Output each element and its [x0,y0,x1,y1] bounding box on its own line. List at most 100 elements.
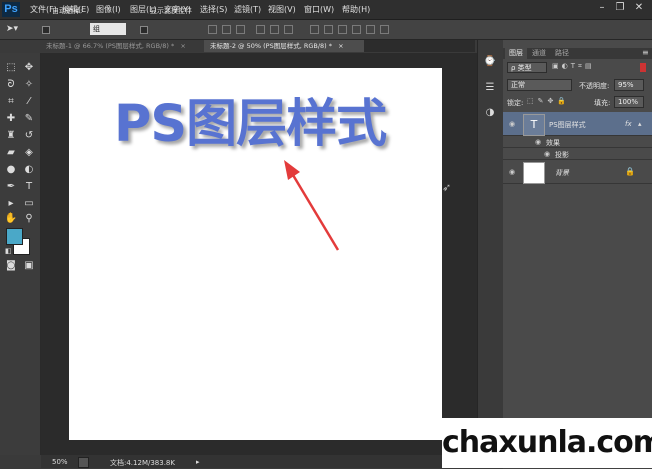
brush-tool-icon[interactable]: ✎ [21,111,37,127]
annotation-arrow [284,160,340,251]
cursor-icon: ➶ [442,181,452,194]
lock-icon: 🔒 [625,167,635,176]
path-selection-tool-icon[interactable]: ▸ [3,196,19,212]
menu-view[interactable]: 视图(V) [268,4,296,15]
drop-shadow-label[interactable]: 投影 [555,150,569,160]
close-window-button[interactable]: ✕ [633,2,645,14]
drop-shadow-eye-icon[interactable]: ◉ [543,150,551,158]
magic-wand-tool-icon[interactable]: ✧ [21,77,37,93]
tab-document-1[interactable]: 未标题-1 @ 66.7% (PS图层样式, RGB/8) * × [40,40,204,52]
menu-help[interactable]: 帮助(H) [342,4,370,15]
distribute-hcenter-icon[interactable] [366,25,375,34]
photoshop-logo: Ps [2,2,20,17]
effects-collapse-icon[interactable]: ▴ [638,120,642,128]
tab-document-2[interactable]: 未标题-2 @ 50% (PS图层样式, RGB/8) * × [204,40,364,52]
tab-close-icon[interactable]: × [180,42,185,50]
align-bottom-icon[interactable] [236,25,245,34]
auto-select-checkbox[interactable] [42,26,50,34]
lock-label: 锁定: [507,99,524,107]
crop-tool-icon[interactable]: ⌗ [3,94,19,110]
filter-toggle-icon[interactable] [640,63,646,72]
effects-label: 效果 [546,139,560,147]
distribute-top-icon[interactable] [310,25,319,34]
opacity-field[interactable]: 95% [614,79,644,91]
auto-select-dropdown[interactable]: 组 [90,23,126,35]
tab-close-icon[interactable]: × [338,42,343,50]
panel-menu-icon[interactable]: ≡ [642,48,649,57]
text-layer-thumbnail-icon: T [523,114,545,136]
tab-paths[interactable]: 路径 [551,48,573,59]
history-brush-tool-icon[interactable]: ↺ [21,128,37,144]
effects-row [503,136,652,148]
foreground-color-swatch[interactable] [6,228,23,245]
blend-mode-dropdown[interactable]: 正常 [507,79,572,91]
move-tool-icon[interactable]: ✥ [21,60,37,76]
properties-panel-icon[interactable]: ☰ [482,80,498,96]
status-bar [41,455,477,468]
visibility-eye-icon[interactable]: ◉ [508,168,516,176]
status-info-icon[interactable] [78,457,89,468]
menu-filter[interactable]: 滤镜(T) [234,4,261,15]
align-vcenter-icon[interactable] [222,25,231,34]
layer-kind-filter[interactable]: ρ 类型 [507,62,547,73]
show-transform-checkbox[interactable] [140,26,148,34]
tab-label: 未标题-1 @ 66.7% (PS图层样式, RGB/8) * [46,42,175,50]
rectangle-tool-icon[interactable]: ▭ [21,196,37,212]
lock-icons[interactable]: ⬚✎✥🔒 [527,97,570,105]
move-tool-preset-icon[interactable]: ➤▾ [6,24,18,34]
history-panel-icon[interactable]: ⌚ [482,54,498,70]
pen-tool-icon[interactable]: ✒ [3,179,19,195]
fill-label: 填充: [594,99,611,107]
canvas-headline-text: PS图层样式 [114,95,387,154]
effects-eye-icon[interactable]: ◉ [534,138,542,146]
arrow-head [284,160,300,180]
filter-icons[interactable]: ▣◐T⌗▤ [552,62,595,71]
marquee-tool-icon[interactable]: ⬚ [3,60,19,76]
menu-select[interactable]: 选择(S) [200,4,227,15]
lasso-tool-icon[interactable]: ᘐ [3,77,19,93]
align-hcenter-icon[interactable] [270,25,279,34]
tab-label: 未标题-2 @ 50% (PS图层样式, RGB/8) * [210,42,333,50]
auto-select-label: 自动选择: [52,7,83,15]
effect-item-row [503,148,652,160]
default-colors-icon[interactable]: ◧ [5,247,12,255]
status-menu-arrow-icon[interactable]: ▸ [196,458,200,466]
eyedropper-tool-icon[interactable]: ⁄ [21,94,37,110]
opacity-label: 不透明度: [579,82,610,90]
visibility-eye-icon[interactable]: ◉ [508,120,516,128]
distribute-bottom-icon[interactable] [338,25,347,34]
distribute-left-icon[interactable] [352,25,361,34]
tab-channels[interactable]: 通道 [528,48,550,59]
menu-window[interactable]: 窗口(W) [304,4,334,15]
paint-bucket-tool-icon[interactable]: ◈ [21,145,37,161]
align-right-icon[interactable] [284,25,293,34]
watermark: chaxunla.com [442,418,652,468]
arrow-shaft [288,169,340,251]
adjustments-panel-icon[interactable]: ◑ [482,105,498,121]
blur-tool-icon[interactable]: ● [3,162,19,178]
zoom-level[interactable]: 50% [52,458,68,466]
type-tool-icon[interactable]: T [21,179,37,195]
clone-stamp-tool-icon[interactable]: ♜ [3,128,19,144]
zoom-tool-icon[interactable]: ⚲ [21,211,37,227]
eraser-tool-icon[interactable]: ▰ [3,145,19,161]
show-transform-label: 显示变换控件 [150,7,192,15]
dodge-tool-icon[interactable]: ◐ [21,162,37,178]
document-info: 文档:4.12M/383.8K [110,459,175,467]
layer-name-text[interactable]: PS图层样式 [549,120,586,130]
hand-tool-icon[interactable]: ✋ [3,211,19,227]
fx-icon[interactable]: fx [625,120,632,128]
tab-layers[interactable]: 图层 [505,48,527,59]
quick-mask-icon[interactable]: ◙ [3,258,19,274]
restore-button[interactable]: ❐ [614,2,626,14]
menu-image[interactable]: 图像(I) [96,4,121,15]
layer-name-background[interactable]: 背景 [555,168,569,178]
align-top-icon[interactable] [208,25,217,34]
screen-mode-icon[interactable]: ▣ [21,258,37,274]
fill-field[interactable]: 100% [614,96,644,108]
distribute-right-icon[interactable] [380,25,389,34]
minimize-button[interactable]: – [596,2,608,14]
healing-brush-tool-icon[interactable]: ✚ [3,111,19,127]
distribute-vcenter-icon[interactable] [324,25,333,34]
align-left-icon[interactable] [256,25,265,34]
